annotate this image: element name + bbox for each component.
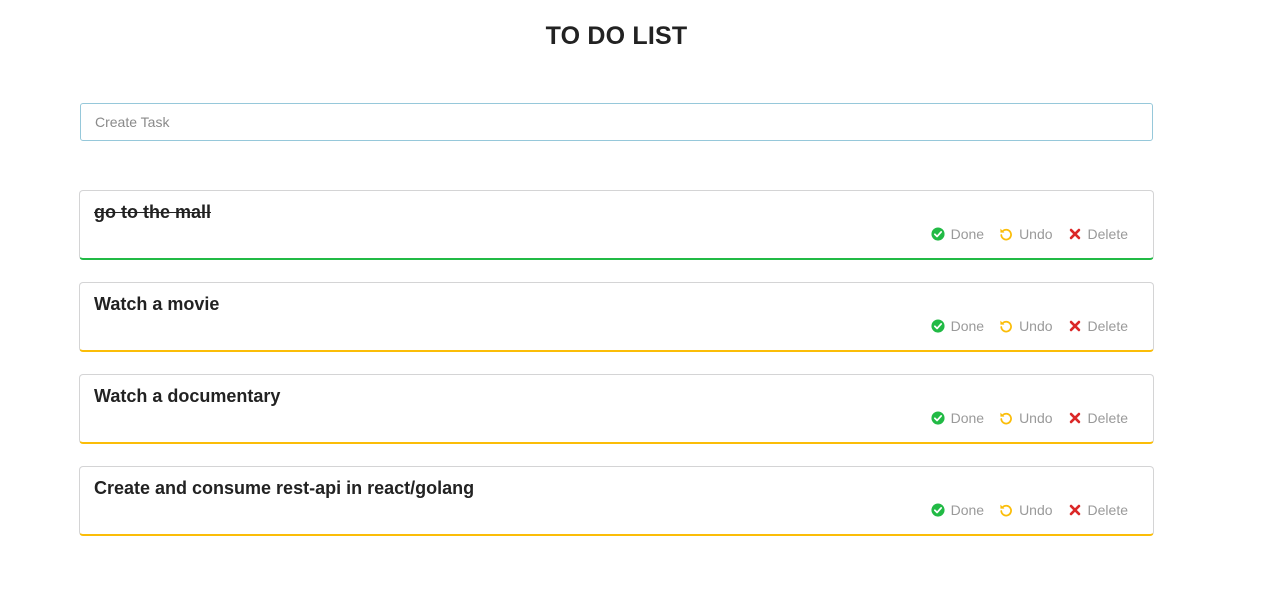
undo-button[interactable]: Undo	[999, 226, 1053, 242]
delete-button[interactable]: Delete	[1068, 226, 1128, 242]
check-circle-icon	[931, 227, 945, 241]
task-actions: Done Undo Delete	[931, 502, 1128, 518]
task-title: Watch a movie	[94, 294, 220, 314]
check-circle-icon	[931, 503, 945, 517]
undo-label: Undo	[1019, 502, 1053, 518]
undo-button[interactable]: Undo	[999, 502, 1053, 518]
task-card: Create and consume rest-api in react/gol…	[79, 466, 1154, 536]
close-icon	[1069, 412, 1080, 424]
undo-icon	[1000, 228, 1012, 241]
task-card: Watch a movie Done Undo Delete	[79, 282, 1154, 352]
delete-button[interactable]: Delete	[1068, 318, 1128, 334]
delete-label: Delete	[1087, 410, 1128, 426]
delete-label: Delete	[1087, 226, 1128, 242]
task-title: Watch a documentary	[94, 386, 281, 406]
todo-page: TO DO LIST go to the mall Done Undo Dele…	[0, 0, 1273, 611]
task-actions: Done Undo Delete	[931, 318, 1128, 334]
undo-icon	[1000, 412, 1012, 425]
task-actions: Done Undo Delete	[931, 226, 1128, 242]
task-title: Create and consume rest-api in react/gol…	[94, 478, 475, 498]
close-icon	[1069, 320, 1080, 332]
undo-label: Undo	[1019, 410, 1053, 426]
delete-label: Delete	[1087, 318, 1128, 334]
task-card: Watch a documentary Done Undo Delete	[79, 374, 1154, 444]
check-circle-icon	[931, 411, 945, 425]
done-label: Done	[950, 502, 985, 518]
page-title: TO DO LIST	[545, 22, 688, 50]
done-button[interactable]: Done	[931, 410, 984, 426]
close-icon	[1069, 228, 1080, 240]
close-icon	[1069, 504, 1080, 516]
delete-button[interactable]: Delete	[1068, 410, 1128, 426]
check-circle-icon	[931, 319, 945, 333]
delete-label: Delete	[1087, 502, 1128, 518]
done-button[interactable]: Done	[931, 226, 984, 242]
task-actions: Done Undo Delete	[931, 410, 1128, 426]
undo-label: Undo	[1019, 318, 1053, 334]
undo-button[interactable]: Undo	[999, 318, 1053, 334]
done-label: Done	[950, 318, 985, 334]
task-card: go to the mall Done Undo Delete	[79, 190, 1154, 260]
done-label: Done	[950, 410, 985, 426]
undo-label: Undo	[1019, 226, 1053, 242]
done-button[interactable]: Done	[931, 502, 984, 518]
delete-button[interactable]: Delete	[1068, 502, 1128, 518]
undo-icon	[1000, 320, 1012, 333]
task-title: go to the mall	[94, 202, 211, 222]
undo-icon	[1000, 504, 1012, 517]
done-button[interactable]: Done	[931, 318, 984, 334]
undo-button[interactable]: Undo	[999, 410, 1053, 426]
done-label: Done	[950, 226, 985, 242]
create-task-input[interactable]	[80, 103, 1153, 141]
